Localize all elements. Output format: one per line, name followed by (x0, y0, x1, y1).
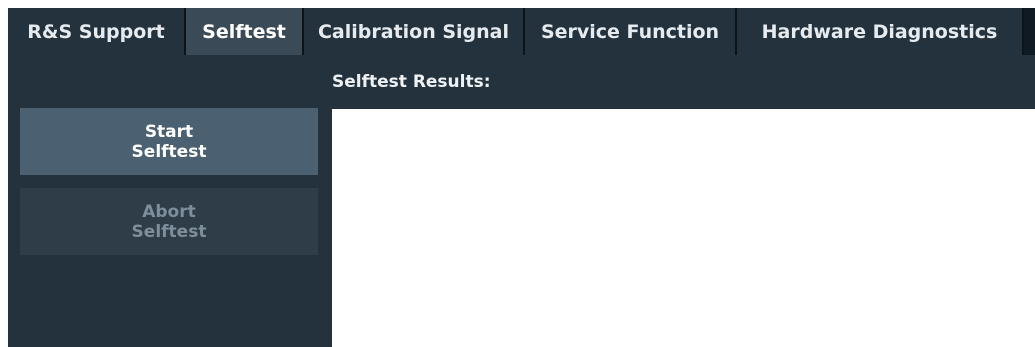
selftest-results-area[interactable] (332, 109, 1035, 347)
tab-selftest[interactable]: Selftest (186, 8, 304, 55)
tab-rs-support[interactable]: R&S Support (8, 8, 186, 55)
tab-service-function[interactable]: Service Function (525, 8, 737, 55)
selftest-window: R&S Support Selftest Calibration Signal … (8, 8, 1035, 347)
abort-selftest-button[interactable]: Abort Selftest (20, 188, 318, 255)
tab-calibration-signal[interactable]: Calibration Signal (304, 8, 525, 55)
tab-hardware-diagnostics[interactable]: Hardware Diagnostics (737, 8, 1024, 55)
selftest-results-label: Selftest Results: (332, 72, 491, 92)
tab-bar: R&S Support Selftest Calibration Signal … (8, 8, 1035, 55)
start-selftest-button[interactable]: Start Selftest (20, 108, 318, 175)
